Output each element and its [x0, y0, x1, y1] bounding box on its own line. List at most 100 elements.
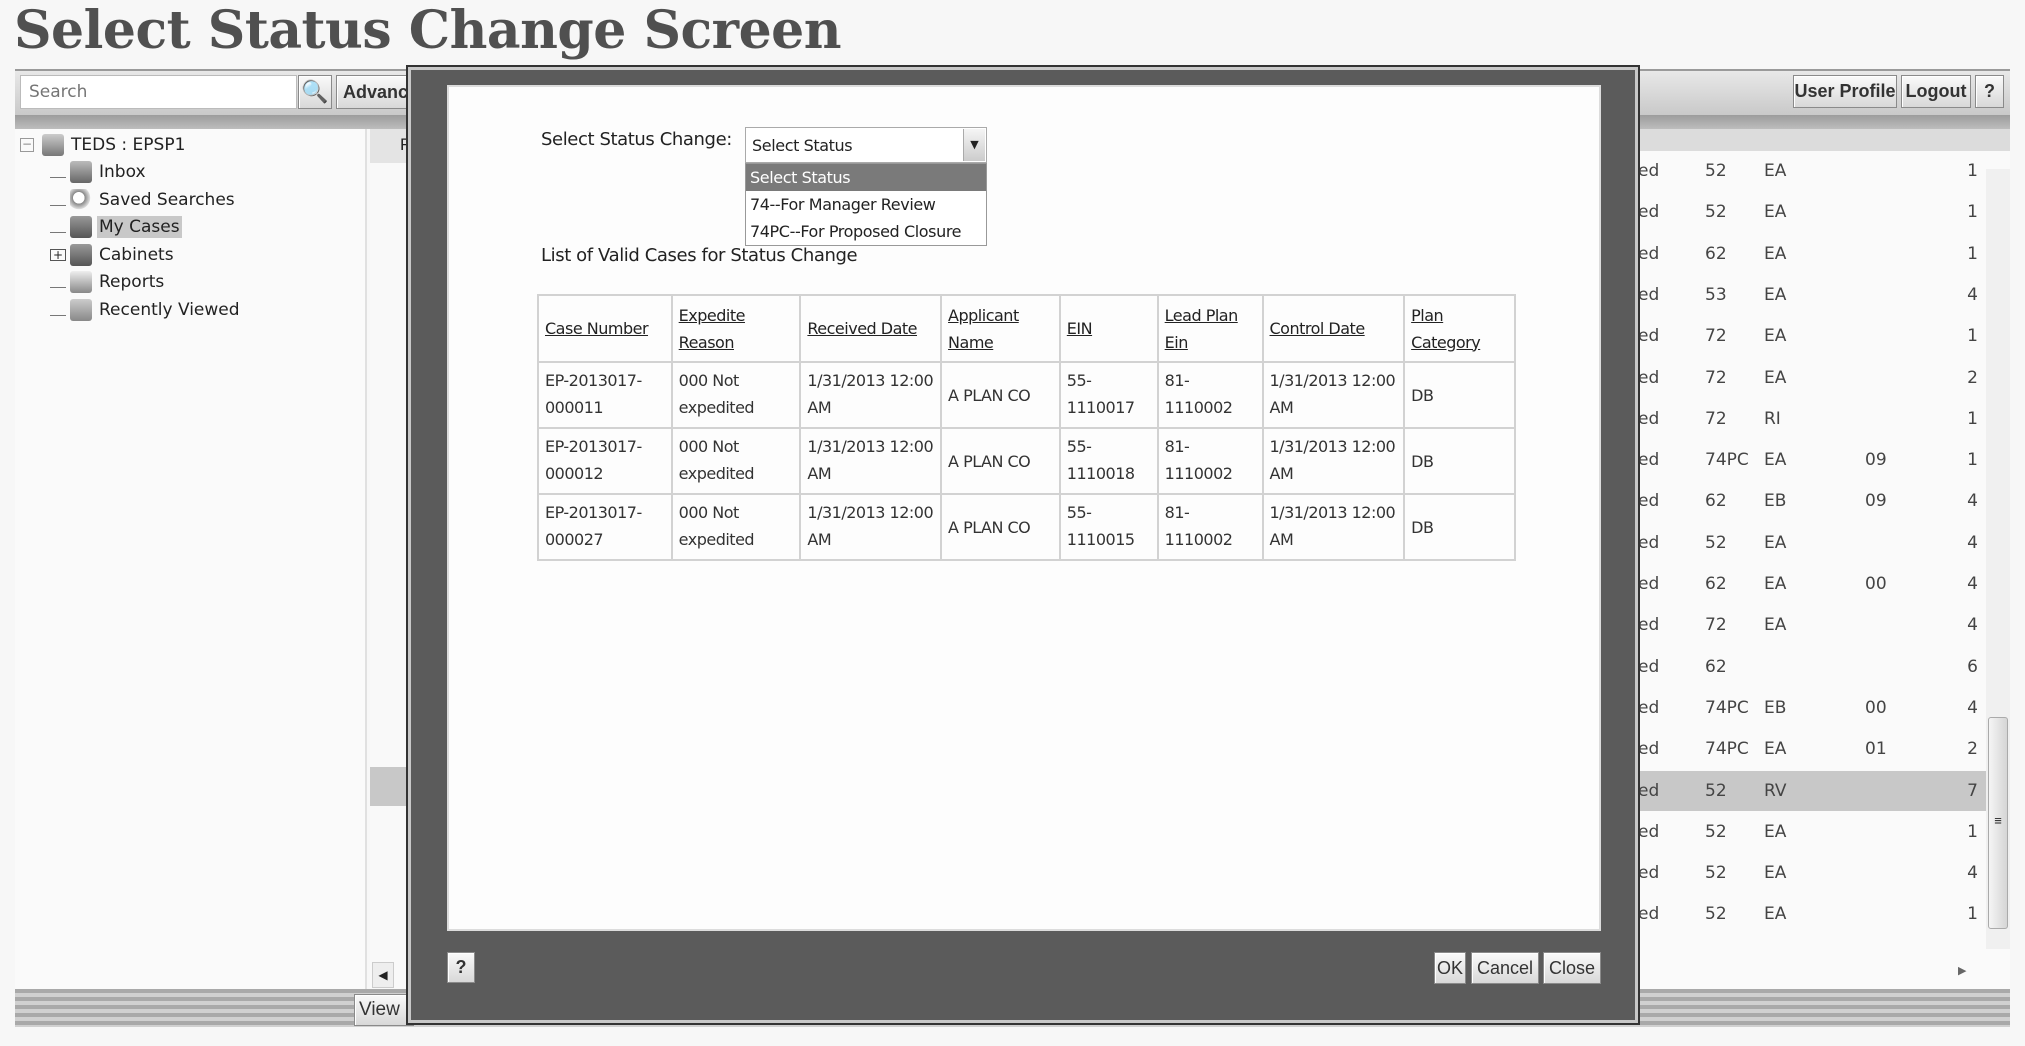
list-cell: 1	[1967, 904, 1978, 925]
scroll-left-icon[interactable]: ◀	[372, 962, 394, 988]
tree-item-cabinets[interactable]: + Cabinets	[50, 242, 176, 268]
list-row[interactable]: ed 72 EA 2	[1638, 358, 1986, 398]
table-cell: DB	[1403, 361, 1516, 429]
tree-item-my-cases[interactable]: My Cases	[50, 214, 182, 240]
table-cell: 55-1110017	[1058, 361, 1159, 429]
column-header-label[interactable]: Applicant Name	[948, 306, 1019, 352]
list-cell: ed	[1638, 739, 1660, 760]
scrollbar-thumb[interactable]: ≡	[1988, 717, 2008, 929]
list-cell: 1	[1967, 161, 1978, 181]
list-row[interactable]: ed 74PC EA 01 2	[1638, 729, 1986, 769]
column-header[interactable]: Case Number	[537, 294, 673, 363]
expand-icon[interactable]: +	[50, 248, 66, 261]
list-cell: 7	[1967, 780, 1978, 801]
list-row[interactable]: ed 62 EA 00 4	[1638, 564, 1986, 604]
status-option[interactable]: Select Status	[746, 164, 986, 191]
user-profile-button[interactable]: User Profile	[1793, 75, 1897, 108]
cabinet-icon	[70, 243, 92, 266]
tree-root[interactable]: − TEDS : EPSP1	[20, 132, 187, 158]
list-cell: 52	[1705, 904, 1727, 925]
column-header[interactable]: EIN	[1058, 294, 1159, 363]
list-row[interactable]: ed 62 EB 09 4	[1638, 481, 1986, 521]
list-row[interactable]: ed 62 EA 1	[1638, 234, 1986, 274]
list-row[interactable]: ed 52 EA 1	[1638, 894, 1986, 934]
logout-button[interactable]: Logout	[1901, 75, 1971, 108]
list-row[interactable]: ed 52 EA 1	[1638, 192, 1986, 232]
list-row[interactable]: ed 74PC EA 09 1	[1638, 440, 1986, 480]
tree-item-label: Recently Viewed	[99, 299, 240, 320]
tree-item-recently-viewed[interactable]: Recently Viewed	[50, 297, 242, 323]
list-cell: ed	[1638, 202, 1660, 223]
list-cell: EA	[1764, 367, 1787, 388]
list-cell: ed	[1638, 615, 1660, 636]
status-select[interactable]: Select Status ▼	[745, 127, 987, 163]
list-cell: 00	[1865, 574, 1887, 594]
list-row[interactable]: ed 72 EA 1	[1638, 316, 1986, 356]
list-row[interactable]: ed 52 EA 4	[1638, 523, 1986, 563]
list-cell: 52	[1705, 821, 1727, 842]
list-cell: 53	[1705, 284, 1727, 305]
column-header-label[interactable]: Plan Category	[1411, 306, 1481, 352]
tree-item-saved-searches[interactable]: Saved Searches	[50, 187, 237, 213]
table-row[interactable]: EP-2013017-000012 000 Not expedited 1/31/2…	[537, 427, 1516, 495]
tree-connector	[50, 304, 66, 316]
tree-item-inbox[interactable]: Inbox	[50, 159, 148, 185]
list-cell: 4	[1967, 863, 1978, 884]
table-row[interactable]: EP-2013017-000011 000 Not expedited 1/31/2…	[537, 361, 1516, 429]
table-cell: DB	[1403, 427, 1516, 495]
list-row[interactable]: ed 52 EA 1	[1638, 151, 1986, 191]
selected-row[interactable]	[370, 767, 410, 806]
column-header[interactable]: Applicant Name	[940, 294, 1061, 363]
collapse-icon[interactable]: −	[20, 138, 34, 152]
dialog-content: Select Status Change: Select Status ▼ Se…	[447, 85, 1601, 931]
vertical-scrollbar[interactable]: ≡	[1986, 169, 2010, 949]
table-cell: 000 Not expedited	[670, 493, 802, 561]
search-button[interactable]: 🔍	[298, 75, 332, 109]
cancel-button[interactable]: Cancel	[1471, 952, 1539, 984]
table-cell: 55-1110015	[1058, 493, 1159, 561]
list-row[interactable]: ed 52 EA 4	[1638, 853, 1986, 893]
table-row[interactable]: EP-2013017-000027 000 Not expedited 1/31/2…	[537, 493, 1516, 561]
list-row[interactable]: ed 52 RV 7	[1638, 770, 1986, 811]
column-header-label[interactable]: Received Date	[807, 319, 917, 338]
tree-connector	[50, 166, 66, 178]
dialog-help-button[interactable]: ?	[447, 952, 475, 983]
list-cell: ed	[1638, 656, 1660, 677]
help-button[interactable]: ?	[1975, 75, 2004, 108]
list-row[interactable]: ed 53 EA 4	[1638, 275, 1986, 315]
status-option[interactable]: 74PC--For Proposed Closure	[746, 218, 986, 245]
list-row[interactable]: ed 72 EA 4	[1638, 605, 1986, 645]
list-cell: 52	[1705, 532, 1727, 553]
table-cell: 000 Not expedited	[670, 361, 802, 429]
ok-button[interactable]: OK	[1434, 952, 1466, 984]
column-header[interactable]: Plan Category	[1403, 294, 1516, 363]
column-header-label[interactable]: Expedite Reason	[679, 306, 746, 352]
tree-item-reports[interactable]: Reports	[50, 269, 166, 295]
list-cell: ed	[1638, 408, 1660, 429]
status-option[interactable]: 74--For Manager Review	[746, 191, 986, 218]
status-options-list: Select Status 74--For Manager Review 74PC-…	[745, 163, 987, 246]
list-row[interactable]: ed 52 EA 1	[1638, 812, 1986, 852]
list-cell: EA	[1764, 450, 1787, 471]
column-header[interactable]: Received Date	[799, 294, 943, 363]
list-cell: 6	[1967, 656, 1978, 677]
list-row[interactable]: ed 72 RI 1	[1638, 399, 1986, 439]
list-cell: EB	[1764, 491, 1787, 512]
column-header-label[interactable]: EIN	[1067, 319, 1093, 338]
chevron-down-icon[interactable]: ▼	[963, 129, 985, 161]
search-input[interactable]	[20, 75, 297, 109]
column-header-label[interactable]: Lead Plan Ein	[1165, 306, 1239, 352]
column-header-label[interactable]: Control Date	[1270, 319, 1366, 338]
close-button[interactable]: Close	[1543, 952, 1601, 984]
advanced-search-button[interactable]: Advance	[336, 75, 408, 109]
list-cell: 00	[1865, 697, 1887, 718]
list-row[interactable]: ed 74PC EB 00 4	[1638, 688, 1986, 728]
column-header[interactable]: Lead Plan Ein	[1156, 294, 1264, 363]
list-cell: ed	[1638, 326, 1660, 347]
scroll-right-icon[interactable]: ▶	[1958, 964, 1966, 977]
column-header[interactable]: Expedite Reason	[670, 294, 802, 363]
view-button[interactable]: View	[354, 994, 414, 1026]
list-row[interactable]: ed 62 6	[1638, 647, 1986, 687]
column-header-label[interactable]: Case Number	[545, 319, 649, 338]
column-header[interactable]: Control Date	[1261, 294, 1406, 363]
